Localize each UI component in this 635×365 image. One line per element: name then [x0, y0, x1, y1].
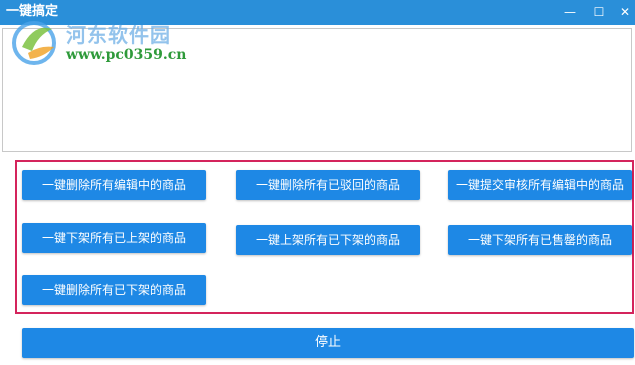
delete-rejected-products-button[interactable]: 一键删除所有已驳回的商品 [236, 170, 420, 200]
watermark-logo-icon [12, 21, 56, 65]
minimize-button[interactable]: — [555, 0, 585, 25]
watermark: 河东软件园 www.pc0359.cn [8, 17, 208, 69]
close-button[interactable]: ✕ [610, 0, 635, 25]
delete-editing-products-button[interactable]: 一键删除所有编辑中的商品 [22, 170, 206, 200]
app-window: 一键搞定 — ☐ ✕ 河东软件园 www.pc0359.cn 一键删除所有编辑中… [0, 0, 635, 365]
unlist-listed-products-button[interactable]: 一键下架所有已上架的商品 [22, 223, 206, 253]
delete-unlisted-products-button[interactable]: 一键删除所有已下架的商品 [22, 275, 206, 305]
watermark-site-name: 河东软件园 [66, 23, 171, 47]
stop-button[interactable]: 停止 [22, 328, 634, 358]
watermark-url: www.pc0359.cn [66, 47, 187, 63]
list-unlisted-products-button[interactable]: 一键上架所有已下架的商品 [236, 225, 420, 255]
unlist-soldout-products-button[interactable]: 一键下架所有已售罄的商品 [448, 225, 632, 255]
submit-editing-for-review-button[interactable]: 一键提交审核所有编辑中的商品 [448, 170, 632, 200]
